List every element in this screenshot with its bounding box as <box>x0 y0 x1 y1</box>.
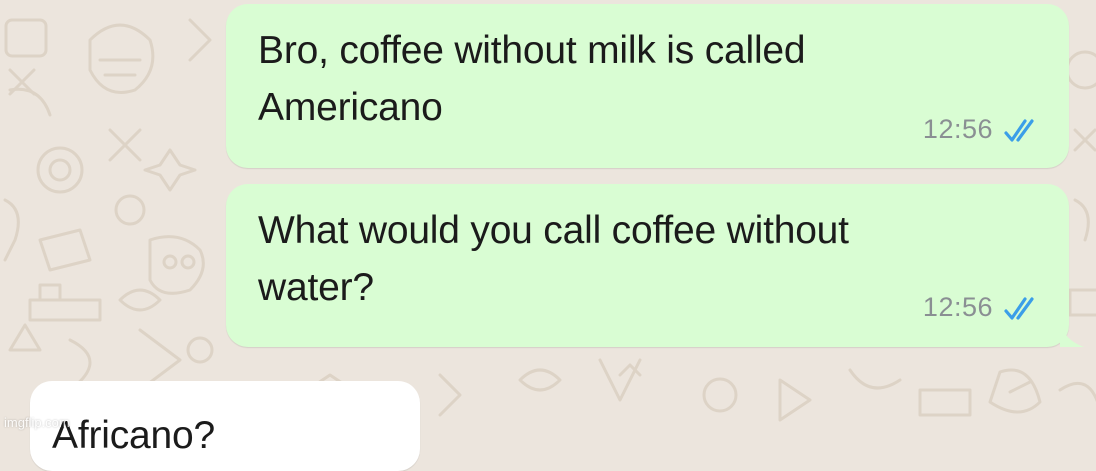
message-timestamp: 12:56 <box>922 292 993 322</box>
incoming-message-bubble[interactable]: Africano? <box>30 381 420 471</box>
double-check-icon <box>1004 296 1034 320</box>
double-check-icon <box>1004 118 1034 142</box>
outgoing-message-bubble[interactable]: Bro, coffee without milk is called Ameri… <box>226 4 1069 168</box>
message-text: Bro, coffee without milk is called Ameri… <box>258 29 806 129</box>
message-timestamp: 12:56 <box>922 114 993 144</box>
message-meta: 12:56 <box>923 114 1047 145</box>
message-text: What would you call coffee without water… <box>258 209 849 309</box>
bubble-tail <box>1060 322 1084 347</box>
outgoing-message-bubble[interactable]: What would you call coffee without water… <box>226 184 1069 347</box>
message-text: Africano? <box>52 414 215 457</box>
message-meta: 12:56 <box>923 292 1047 323</box>
watermark: imgflip.com <box>4 415 70 430</box>
